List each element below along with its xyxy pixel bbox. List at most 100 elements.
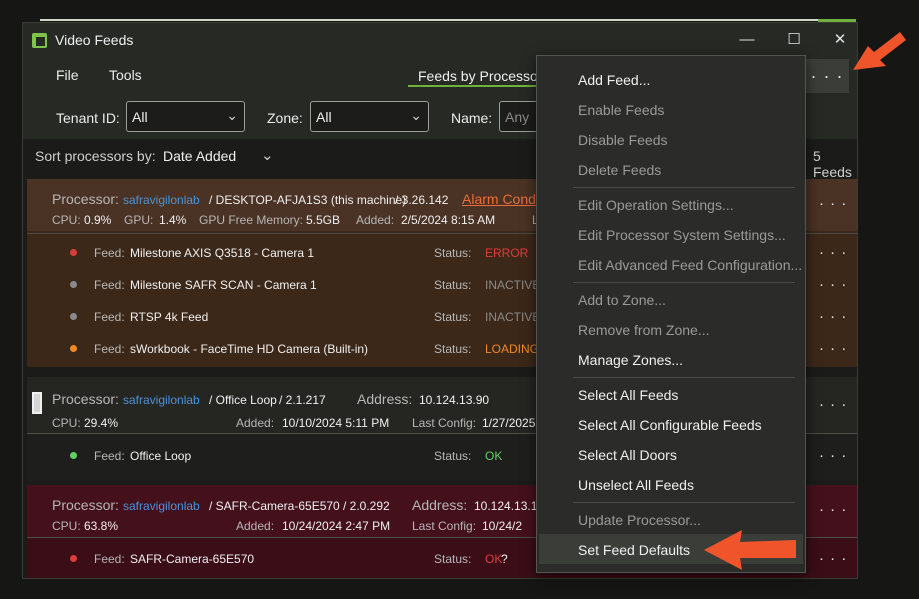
menu-item-select-all-configurable-feeds[interactable]: Select All Configurable Feeds bbox=[578, 417, 762, 433]
feed-status: OK bbox=[485, 449, 503, 463]
zone-label: Zone: bbox=[267, 110, 303, 126]
processor-version: / 2.0.292 bbox=[343, 499, 390, 513]
menu-item-update-processor[interactable]: Update Processor... bbox=[578, 512, 701, 528]
status-dot-icon bbox=[70, 249, 77, 256]
cpu-value: 29.4% bbox=[84, 416, 119, 430]
added-label: Added: bbox=[236, 519, 275, 533]
menu-item-add-to-zone[interactable]: Add to Zone... bbox=[578, 292, 666, 308]
processor-label: Processor: bbox=[52, 497, 119, 513]
more-options-button[interactable]: · · · bbox=[805, 59, 849, 95]
chevron-down-icon: ⌄ bbox=[410, 107, 422, 123]
feed-status: INACTIVE bbox=[485, 310, 541, 324]
feed-label: Feed: bbox=[94, 342, 125, 356]
feed-label: Feed: bbox=[94, 449, 125, 463]
address-label: Address: bbox=[357, 391, 413, 407]
name-placeholder: Any bbox=[505, 109, 530, 125]
door-icon bbox=[32, 392, 42, 414]
menu-item-edit-advanced-feed-configuration[interactable]: Edit Advanced Feed Configuration... bbox=[578, 257, 802, 273]
menu-item-select-all-doors[interactable]: Select All Doors bbox=[578, 447, 677, 463]
last-config-value: 1/27/2025 bbox=[482, 416, 536, 430]
processor-name: / DESKTOP-AFJA1S3 (this machine) bbox=[209, 193, 407, 207]
status-dot-icon bbox=[70, 452, 77, 459]
zone-select[interactable]: All ⌄ bbox=[310, 101, 429, 132]
added-value: 2/5/2024 8:15 AM bbox=[401, 213, 496, 227]
menu-item-remove-from-zone[interactable]: Remove from Zone... bbox=[578, 322, 710, 338]
gpu-label: GPU: bbox=[124, 213, 154, 227]
menu-separator bbox=[573, 187, 795, 188]
alarm-conditions-link[interactable]: Alarm Cond bbox=[462, 191, 536, 207]
feed-name: Milestone AXIS Q3518 - Camera 1 bbox=[130, 246, 315, 260]
cpu-value: 0.9% bbox=[84, 213, 112, 227]
feed-label: Feed: bbox=[94, 278, 125, 292]
menu-file[interactable]: File bbox=[56, 67, 79, 83]
sort-select[interactable]: Date Added bbox=[163, 148, 236, 164]
cpu-label: CPU: bbox=[52, 213, 81, 227]
tab-feeds-by-processor[interactable]: Feeds by Processor bbox=[418, 68, 543, 84]
feed-status: OK bbox=[485, 552, 503, 566]
feed-name: Office Loop bbox=[130, 449, 192, 463]
minimize-button[interactable]: — bbox=[733, 29, 761, 51]
status-label: Status: bbox=[434, 246, 472, 260]
feed-label: Feed: bbox=[94, 246, 125, 260]
status-dot-icon bbox=[70, 345, 77, 352]
menu-item-delete-feeds[interactable]: Delete Feeds bbox=[578, 162, 661, 178]
status-label: Status: bbox=[434, 449, 472, 463]
menu-separator bbox=[573, 502, 795, 503]
menu-item-unselect-all-feeds[interactable]: Unselect All Feeds bbox=[578, 477, 694, 493]
menu-item-add-feed[interactable]: Add Feed... bbox=[578, 72, 650, 88]
chevron-down-icon: ⌄ bbox=[226, 107, 238, 123]
added-label: Added: bbox=[356, 213, 395, 227]
feed-menu-button[interactable]: · · · bbox=[819, 308, 847, 325]
cpu-label: CPU: bbox=[52, 519, 81, 533]
feed-name: SAFR-Camera-65E570 bbox=[130, 552, 255, 566]
feed-menu-button[interactable]: · · · bbox=[819, 550, 847, 567]
processor-version: / 3.26.142 bbox=[395, 193, 449, 207]
name-label: Name: bbox=[451, 110, 493, 126]
cpu-value: 63.8% bbox=[84, 519, 119, 533]
last-config-value: 10/24/2 bbox=[482, 519, 523, 533]
menu-tools[interactable]: Tools bbox=[109, 67, 142, 83]
address-value: 10.124.13.10 bbox=[474, 499, 545, 513]
menu-item-disable-feeds[interactable]: Disable Feeds bbox=[578, 132, 668, 148]
processor-name: / SAFR-Camera-65E570 bbox=[209, 499, 340, 513]
tenant-link[interactable]: safravigilonlab bbox=[123, 499, 200, 513]
menu-item-edit-processor-system-settings[interactable]: Edit Processor System Settings... bbox=[578, 227, 786, 243]
feed-status: LOADING bbox=[485, 342, 540, 356]
menu-item-manage-zones[interactable]: Manage Zones... bbox=[578, 352, 683, 368]
tenant-link[interactable]: safravigilonlab bbox=[123, 393, 200, 407]
processor-name: / Office Loop bbox=[209, 393, 277, 407]
tenant-link[interactable]: safravigilonlab bbox=[123, 193, 200, 207]
last-config-label: Last Config: bbox=[412, 416, 477, 430]
feed-status: INACTIVE bbox=[485, 278, 541, 292]
processor-menu-button[interactable]: · · · bbox=[819, 501, 847, 518]
gpu-memory-label: GPU Free Memory: bbox=[199, 213, 304, 227]
gpu-memory-value: 5.5GB bbox=[306, 213, 341, 227]
feed-menu-button[interactable]: · · · bbox=[819, 276, 847, 293]
feed-menu-button[interactable]: · · · bbox=[819, 340, 847, 357]
tenant-id-label: Tenant ID: bbox=[56, 110, 120, 126]
cpu-label: CPU: bbox=[52, 416, 81, 430]
feed-menu-button[interactable]: · · · bbox=[819, 447, 847, 464]
feed-menu-button[interactable]: · · · bbox=[819, 244, 847, 261]
status-label: Status: bbox=[434, 310, 472, 324]
zone-value: All bbox=[316, 109, 332, 125]
processor-label: Processor: bbox=[52, 191, 119, 207]
annotation-arrow-icon bbox=[853, 32, 906, 70]
status-label: Status: bbox=[434, 342, 472, 356]
menu-item-select-all-feeds[interactable]: Select All Feeds bbox=[578, 387, 678, 403]
sort-label: Sort processors by: bbox=[35, 148, 156, 164]
chevron-down-icon[interactable]: ⌄ bbox=[261, 146, 274, 164]
processor-menu-button[interactable]: · · · bbox=[819, 195, 847, 212]
added-value: 10/24/2024 2:47 PM bbox=[282, 519, 391, 533]
maximize-button[interactable]: ☐ bbox=[780, 29, 808, 51]
feed-name: Milestone SAFR SCAN - Camera 1 bbox=[130, 278, 317, 292]
tenant-id-select[interactable]: All ⌄ bbox=[126, 101, 245, 132]
menu-item-enable-feeds[interactable]: Enable Feeds bbox=[578, 102, 664, 118]
feed-label: Feed: bbox=[94, 310, 125, 324]
feed-name: sWorkbook - FaceTime HD Camera (Built-in… bbox=[130, 342, 369, 356]
processor-menu-button[interactable]: · · · bbox=[819, 396, 847, 413]
menu-item-set-feed-defaults[interactable]: Set Feed Defaults bbox=[578, 542, 690, 558]
status-label: Status: bbox=[434, 278, 472, 292]
address-value: 10.124.13.90 bbox=[419, 393, 490, 407]
menu-item-edit-operation-settings[interactable]: Edit Operation Settings... bbox=[578, 197, 734, 213]
